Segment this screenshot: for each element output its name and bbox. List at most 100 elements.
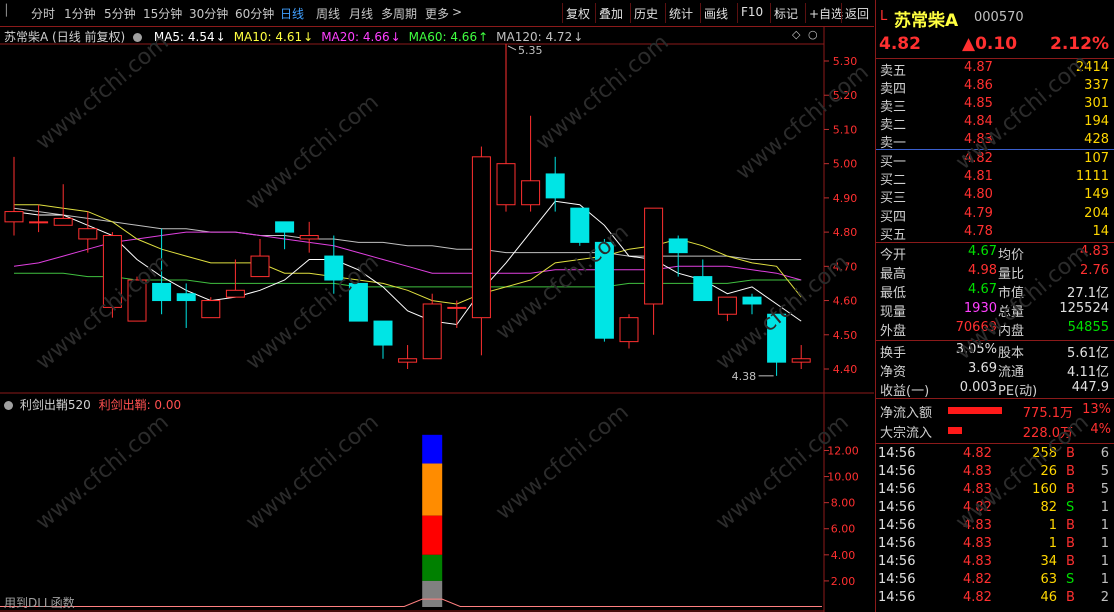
candle-body-up xyxy=(422,303,442,360)
candle[interactable] xyxy=(742,293,762,315)
candle[interactable] xyxy=(767,313,787,376)
ask-row[interactable]: 卖二 4.84 194 xyxy=(876,114,1114,133)
candle[interactable] xyxy=(693,259,713,302)
candle[interactable] xyxy=(4,156,24,236)
tick-time: 14:56 xyxy=(878,536,916,551)
indicator-header: 利剑出鞘520 利剑出鞘: 0.00 xyxy=(4,396,181,413)
candle[interactable] xyxy=(102,232,122,318)
tick-time: 14:56 xyxy=(878,554,916,569)
y-tick-label: 4.90 xyxy=(833,192,858,205)
bid-row[interactable]: 买四 4.79 204 xyxy=(876,206,1114,225)
candle-body-up xyxy=(717,296,737,315)
period-tab-7[interactable]: 周线 xyxy=(316,5,340,22)
candle[interactable] xyxy=(176,283,196,328)
candle-body-down xyxy=(373,320,393,346)
chart-option-circle-icon[interactable]: ○ xyxy=(808,28,818,41)
ask-row[interactable]: 卖五 4.87 2414 xyxy=(876,60,1114,79)
tick-price: 4.83 xyxy=(963,536,992,551)
settings-circle-icon[interactable] xyxy=(4,401,13,410)
tick-row: 14:56 4.82 46 B 2 xyxy=(876,590,1114,608)
settings-circle-icon[interactable] xyxy=(133,33,143,42)
toolbar-button-4[interactable]: 画线 xyxy=(704,5,728,22)
bid-row[interactable]: 买二 4.81 1111 xyxy=(876,169,1114,189)
quote-value: 1930 xyxy=(963,301,997,316)
ask-row[interactable]: 卖一 4.83 428 xyxy=(876,132,1114,151)
candle[interactable] xyxy=(521,115,541,212)
candle[interactable] xyxy=(471,146,491,356)
candle[interactable] xyxy=(545,156,565,212)
y-tick-label: 4.70 xyxy=(833,260,858,273)
ma-arrow-icon: ↓ xyxy=(303,30,314,44)
more-arrow-icon[interactable]: > xyxy=(452,5,462,19)
candle[interactable] xyxy=(348,282,368,322)
period-tab-2[interactable]: 5分钟 xyxy=(104,5,136,22)
quote-label: 市值 xyxy=(998,286,1025,301)
toolbar-button-5[interactable]: F10 xyxy=(741,5,763,19)
candle[interactable] xyxy=(791,345,811,369)
candle[interactable] xyxy=(373,320,393,359)
period-tab-6[interactable]: 日线 xyxy=(280,5,304,22)
ask-row[interactable]: 卖四 4.86 337 xyxy=(876,78,1114,97)
period-tab-0[interactable]: 分时 xyxy=(31,5,55,22)
ma-legend-2: MA20: 4.66↓ xyxy=(321,30,400,44)
toolbar-button-6[interactable]: 标记 xyxy=(774,5,798,22)
period-tab-10[interactable]: 更多 xyxy=(425,5,449,22)
sub-y-tick-label: 2.00 xyxy=(831,575,856,588)
candle-body-up xyxy=(127,279,147,322)
ask-row[interactable]: 卖三 4.85 301 xyxy=(876,96,1114,115)
candle[interactable] xyxy=(299,221,319,253)
toolbar-button-8[interactable]: 返回 xyxy=(845,5,869,22)
candle[interactable] xyxy=(619,314,639,349)
candle[interactable] xyxy=(496,43,516,212)
period-tab-8[interactable]: 月线 xyxy=(349,5,373,22)
candle[interactable] xyxy=(127,276,147,322)
bid-row[interactable]: 买五 4.78 14 xyxy=(876,224,1114,243)
finance-row: 换手 3.05% 股本 5.61亿 xyxy=(876,342,1114,361)
candle[interactable] xyxy=(53,184,73,226)
candle[interactable] xyxy=(570,207,590,246)
bid-row[interactable]: 买三 4.80 149 xyxy=(876,187,1114,206)
bid-label: 买二 xyxy=(880,173,907,189)
candle[interactable] xyxy=(324,235,344,294)
candle-body-down xyxy=(570,207,590,243)
toolbar-button-2[interactable]: 历史 xyxy=(634,5,658,22)
chart-option-diamond-icon[interactable]: ◇ xyxy=(792,28,800,41)
tick-price: 4.82 xyxy=(963,446,992,461)
candle[interactable] xyxy=(398,345,418,369)
stock-header: L 苏常柴A 000570 xyxy=(876,7,1114,31)
candle[interactable] xyxy=(201,297,221,319)
ask-volume: 428 xyxy=(1084,132,1109,147)
toolbar-button-3[interactable]: 统计 xyxy=(669,5,693,22)
quote-label: 内盘 xyxy=(998,324,1025,339)
toolbar-button-0[interactable]: 复权 xyxy=(566,5,590,22)
tick-time: 14:56 xyxy=(878,500,916,515)
candle[interactable] xyxy=(250,238,270,278)
candle[interactable] xyxy=(152,228,172,315)
quote-value: 70669 xyxy=(955,320,997,335)
candle[interactable] xyxy=(422,293,442,360)
period-tab-4[interactable]: 30分钟 xyxy=(189,5,228,22)
toolbar-button-1[interactable]: 叠加 xyxy=(599,5,623,22)
period-tab-3[interactable]: 15分钟 xyxy=(143,5,182,22)
period-tab-5[interactable]: 60分钟 xyxy=(235,5,274,22)
chart-area[interactable]: 5.30 5.20 5.10 5.00 4.90 4.80 4.70 4.60 4.50 4.40… xyxy=(0,27,874,612)
tick-count: 1 xyxy=(1100,554,1109,569)
y-tick-label: 5.20 xyxy=(833,89,858,102)
candle-body-up xyxy=(201,300,221,319)
candle[interactable] xyxy=(717,296,737,322)
candle[interactable] xyxy=(594,238,614,342)
candle[interactable] xyxy=(29,204,49,233)
tick-count: 1 xyxy=(1100,536,1109,551)
low-value-label: 4.38 xyxy=(732,370,757,383)
candle[interactable] xyxy=(225,259,245,298)
quote-row: 今开 4.67 均价 4.83 xyxy=(876,244,1114,263)
candle[interactable] xyxy=(644,207,664,335)
toolbar-button-7[interactable]: +自选 xyxy=(809,5,843,22)
quote-value: 54855 xyxy=(1067,320,1109,335)
ask-volume: 2414 xyxy=(1075,60,1109,75)
y-tick-label: 5.00 xyxy=(833,158,858,171)
ask-volume: 337 xyxy=(1084,78,1109,93)
period-tab-1[interactable]: 1分钟 xyxy=(64,5,96,22)
bid-row[interactable]: 买一 4.82 107 xyxy=(876,151,1114,170)
period-tab-9[interactable]: 多周期 xyxy=(381,5,417,22)
